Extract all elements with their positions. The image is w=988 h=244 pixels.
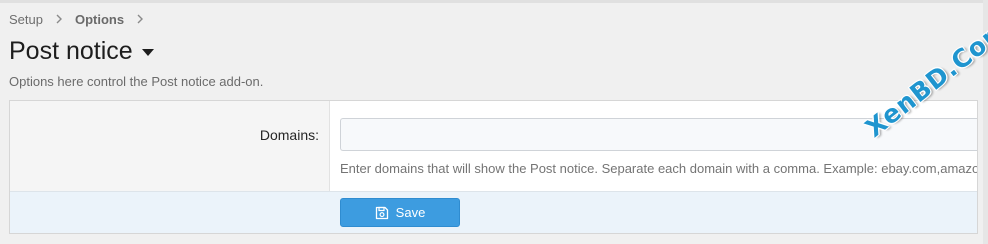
breadcrumb-item-options[interactable]: Options: [75, 12, 124, 27]
caret-down-icon: [141, 49, 154, 56]
save-button-label: Save: [395, 205, 426, 220]
save-icon: [375, 206, 388, 219]
chevron-right-icon: [56, 14, 62, 24]
domains-row: Domains: Enter domains that will show th…: [10, 101, 977, 191]
form-footer: Save: [10, 191, 977, 233]
page-title: Post notice: [9, 37, 133, 65]
options-form: Domains: Enter domains that will show th…: [9, 100, 978, 234]
domains-hint: Enter domains that will show the Post no…: [340, 161, 977, 176]
domains-input[interactable]: [340, 118, 977, 151]
page-description: Options here control the Post notice add…: [9, 74, 264, 89]
breadcrumb-item-setup[interactable]: Setup: [9, 12, 43, 27]
top-border: [0, 0, 988, 3]
right-border: [983, 0, 988, 244]
page-title-menu[interactable]: Post notice: [9, 36, 155, 66]
save-button[interactable]: Save: [340, 198, 460, 227]
domains-label: Domains:: [259, 127, 319, 143]
domains-label-cell: Domains:: [10, 101, 330, 191]
chevron-right-icon: [137, 14, 144, 24]
domains-input-cell: Enter domains that will show the Post no…: [330, 101, 977, 191]
breadcrumb: Setup Options: [9, 11, 156, 27]
